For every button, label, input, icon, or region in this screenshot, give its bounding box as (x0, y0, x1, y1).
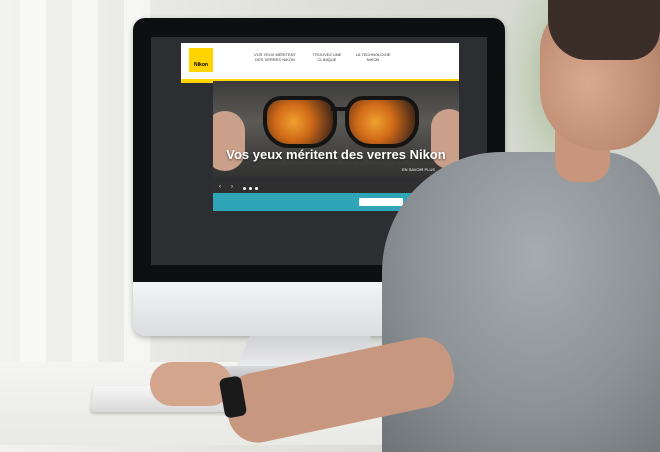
postal-code-input[interactable] (359, 198, 403, 206)
hero-banner[interactable]: Vos yeux méritent des verres Nikon EN SA… (213, 81, 459, 181)
window-light-stripe (20, 0, 46, 380)
window-light-stripe (72, 0, 98, 380)
nav-item-verres[interactable]: VOS YEUX MÉRITENT DES VERRES NIKON (253, 52, 297, 62)
carousel-dot[interactable] (243, 187, 246, 190)
glasses-lens-left (263, 96, 337, 148)
carousel-dot[interactable] (249, 187, 252, 190)
nav-item-technologie[interactable]: LA TECHNOLOGIE NIKON (351, 52, 395, 62)
person-hair (548, 0, 660, 60)
brand-label: Nikon (194, 62, 208, 68)
chevron-right-icon[interactable]: › (231, 184, 233, 190)
site-header: Nikon VOS YEUX MÉRITENT DES VERRES NIKON… (181, 43, 459, 83)
nikon-logo[interactable]: Nikon (189, 48, 213, 72)
hand-left (213, 111, 245, 171)
carousel-dot[interactable] (255, 187, 258, 190)
glasses-lens-right (345, 96, 419, 148)
chevron-left-icon[interactable]: ‹ (219, 184, 221, 190)
hero-title: Vos yeux méritent des verres Nikon (226, 147, 446, 162)
nav-item-clinique[interactable]: TROUVEZ UNE CLINIQUE (305, 52, 349, 62)
hero-link[interactable]: EN SAVOIR PLUS (402, 167, 435, 172)
